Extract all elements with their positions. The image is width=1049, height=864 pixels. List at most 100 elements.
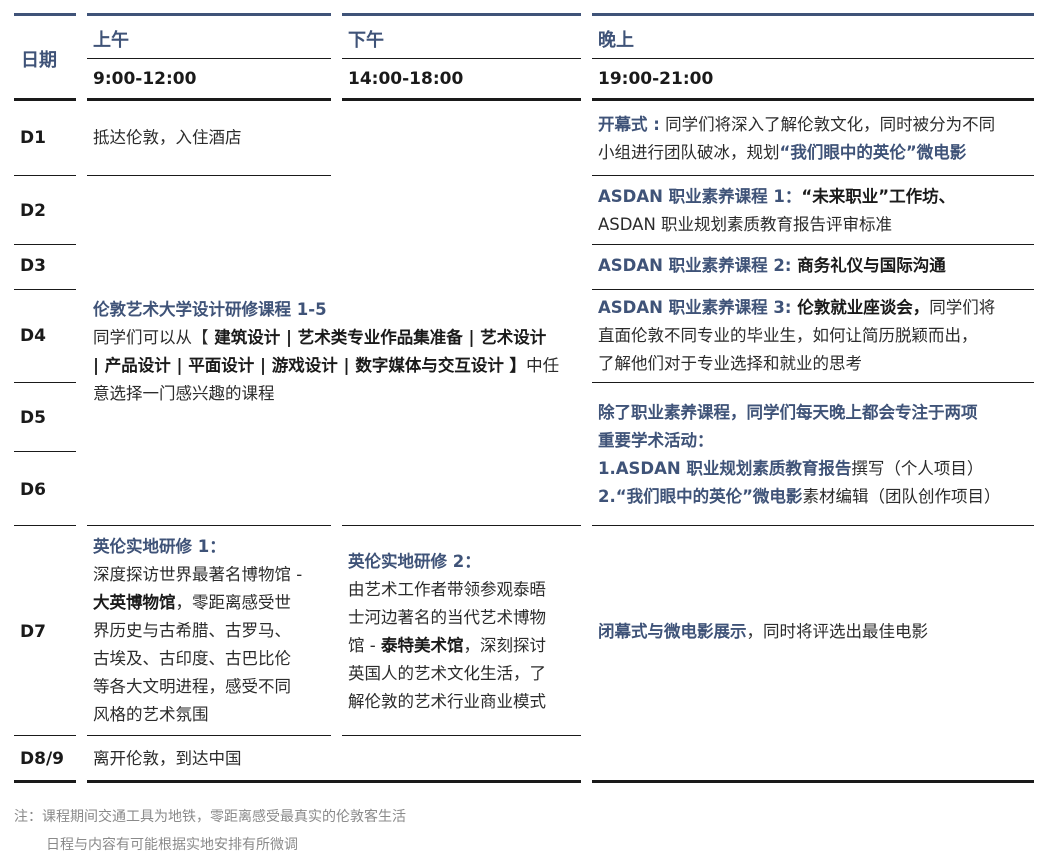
header-bottom-rule [592,98,1034,101]
d7-text-bold: 泰特美术馆 [380,636,464,655]
d7-text-bold: 大英博物馆 [93,593,176,612]
d7-text: 英国人的艺术文化生活，了 [348,664,546,683]
row-rule [14,525,76,526]
d1-evening: 开幕式 : 同学们将深入了解伦敦文化，同时被分为不同 小组进行团队破冰，规划“我… [598,111,995,167]
time-afternoon: 14:00-18:00 [348,69,464,89]
d7-text: 馆 - [348,636,381,655]
d4-title: ASDAN 职业素养课程 3: [598,298,792,317]
d1-evening-highlight: “我们眼中的英伦” [779,143,917,162]
row-rule [87,735,331,736]
course-text: 意选择一门感兴趣的课程 [93,384,275,403]
d7-text: 等各大文明进程，感受不同 [93,677,291,696]
bottom-rule [14,780,76,783]
d7-text: 深度探访世界最著名博物馆 - [93,565,303,584]
d56-item-tail: 素材编辑（团队创作项目） [802,487,1001,506]
day-label: D6 [20,480,46,500]
d2-title-bold: “未来职业”工作坊、 [801,187,956,206]
row-rule [14,735,76,736]
d7-text: 古埃及、古印度、古巴比伦 [93,649,291,668]
day-label: D8/9 [20,749,64,769]
d3-evening: ASDAN 职业素养课程 2: 商务礼仪与国际沟通 [598,252,946,280]
d4-title-bold: 伦敦就业座谈会， [791,298,930,317]
d56-item: 2.“我们眼中的英伦”微电影 [598,487,803,506]
header-bottom-rule [342,98,581,101]
d89-morning: 离开伦敦，到达中国 [93,749,242,768]
row-rule [14,175,76,176]
d7-morning: 英伦实地研修 1： 深度探访世界最著名博物馆 - 大英博物馆，零距离感受世 界历… [93,533,302,729]
d2-title: ASDAN 职业素养课程 1： [598,187,802,206]
d2-evening: ASDAN 职业素养课程 1：“未来职业”工作坊、 ASDAN 职业规划素质教育… [598,183,955,239]
d56-evening: 除了职业素养课程，同学们每天晚上都会专注于两项 重要学术活动： 1.ASDAN … [598,399,1000,511]
course-block: 伦敦艺术大学设计研修课程 1-5 同学们可以从【 建筑设计 | 艺术类专业作品集… [93,296,559,408]
header-morning: 上午 [93,30,129,51]
d4-text: 同学们将 [929,298,996,317]
d3-title: ASDAN 职业素养课程 2: [598,256,792,275]
bottom-rule [87,780,581,783]
row-rule [14,451,76,452]
day-label: D5 [20,408,46,428]
d7-evening-title: 闭幕式与微电影展示 [598,622,747,641]
footnote: 注：课程期间交通工具为地铁，零距离感受最真实的伦敦客生活 [14,809,406,825]
d7-text: 风格的艺术氛围 [93,705,209,724]
row-rule [87,175,331,176]
d2-text: ASDAN 职业规划素质教育报告评审标准 [598,215,893,234]
day-label: D4 [20,326,46,346]
header-divider [592,58,1034,59]
header-bottom-rule [87,98,331,101]
day-label: D7 [20,622,46,642]
day-label: D3 [20,256,46,276]
d7-evening: 闭幕式与微电影展示，同时将评选出最佳电影 [598,618,928,646]
row-rule [592,289,1034,290]
d7-afternoon-title: 英伦实地研修 2： [348,552,481,571]
top-rule [592,13,1034,16]
row-rule [592,175,1034,176]
footnote: 日程与内容有可能根据实地安排有所微调 [46,837,298,853]
header-evening: 晚上 [598,30,634,51]
time-morning: 9:00-12:00 [93,69,197,89]
d3-title-bold: 商务礼仪与国际沟通 [791,256,946,275]
d56-item: 1.ASDAN 职业规划素质教育报告 [598,459,852,478]
course-title: 伦敦艺术大学设计研修课程 1-5 [93,300,327,319]
day-label: D1 [20,128,46,148]
d1-evening-tail: 微电影 [916,143,967,162]
header-divider [87,58,331,59]
course-list: | 产品设计 | 平面设计 | 游戏设计 | 数字媒体与交互设计 】 [93,356,527,375]
row-rule [14,382,76,383]
d1-morning: 抵达伦敦，入住酒店 [93,128,242,147]
top-rule [342,13,581,16]
top-rule [87,13,331,16]
d7-text: 解伦敦的艺术行业商业模式 [348,692,546,711]
course-intro: 同学们可以从【 [93,328,209,347]
time-evening: 19:00-21:00 [598,69,714,89]
course-list: 建筑设计 | 艺术类专业作品集准备 | 艺术设计 [208,328,547,347]
d56-item-tail: 撰写（个人项目） [851,459,984,478]
row-rule [14,289,76,290]
row-rule [87,525,331,526]
d4-evening: ASDAN 职业素养课程 3: 伦敦就业座谈会，同学们将 直面伦敦不同专业的毕业… [598,294,995,378]
d7-text: 士河边著名的当代艺术博物 [348,608,546,627]
d4-text: 了解他们对于专业选择和就业的思考 [598,354,862,373]
d7-text: 由艺术工作者带领参观泰晤 [348,580,546,599]
d4-text: 直面伦敦不同专业的毕业生，如何让简历脱颖而出， [598,326,978,345]
d1-evening-title: 开幕式 : [598,115,660,134]
header-date: 日期 [21,50,57,71]
row-rule [14,244,76,245]
header-afternoon: 下午 [348,30,384,51]
row-rule [592,244,1034,245]
row-rule [592,382,1034,383]
d7-evening-text: ，同时将评选出最佳电影 [746,622,929,641]
d7-morning-title: 英伦实地研修 1： [93,537,226,556]
course-text: 中任 [526,356,560,375]
top-rule [14,13,76,16]
d7-text: ，零距离感受世 [175,593,292,612]
d1-evening-text: 同学们将深入了解伦敦文化，同时被分为不同 [659,115,996,134]
day-label: D2 [20,201,46,221]
d7-text: ，深刻探讨 [463,636,546,655]
d1-evening-text: 小组进行团队破冰，规划 [598,143,780,162]
row-rule [342,525,581,526]
header-divider [342,58,581,59]
d7-afternoon: 英伦实地研修 2： 由艺术工作者带领参观泰晤 士河边著名的当代艺术博物 馆 - … [348,548,546,716]
header-bottom-rule [14,98,76,101]
row-rule [592,525,1034,526]
d56-text: 重要学术活动： [598,431,714,450]
